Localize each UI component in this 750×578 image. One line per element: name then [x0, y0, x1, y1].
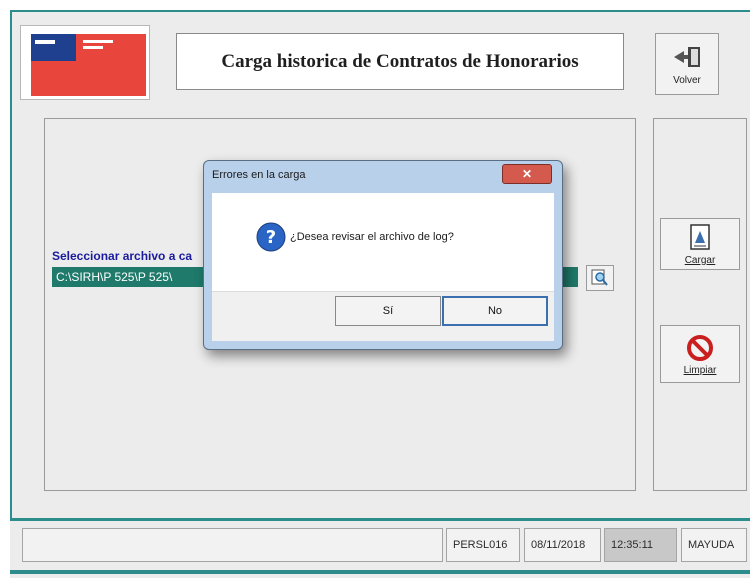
status-caps: MAYUDA — [681, 528, 747, 562]
dialog-message: ¿Desea revisar el archivo de log? — [290, 231, 454, 243]
svg-text:?: ? — [266, 227, 276, 248]
volver-label: Volver — [673, 74, 701, 86]
volver-button[interactable]: Volver — [655, 33, 719, 95]
logo — [20, 25, 150, 100]
bottom-accent-line — [10, 570, 750, 574]
no-entry-icon — [687, 334, 713, 361]
back-icon — [674, 46, 700, 67]
dialog-title: Errores en la carga — [212, 169, 306, 181]
dialog-close-button[interactable]: ✕ — [502, 164, 552, 184]
limpiar-label: Limpiar — [683, 364, 717, 376]
yes-button[interactable]: Sí — [335, 296, 441, 326]
cargar-label: Cargar — [684, 254, 716, 266]
question-icon: ? — [256, 222, 286, 252]
no-button[interactable]: No — [442, 296, 548, 326]
browse-button[interactable] — [586, 265, 614, 291]
status-date: 08/11/2018 — [524, 528, 601, 562]
magnifier-icon — [591, 269, 608, 286]
status-time: 12:35:11 — [604, 528, 677, 562]
page-title: Carga historica de Contratos de Honorari… — [176, 33, 624, 90]
cargar-button[interactable]: Cargar — [660, 218, 740, 270]
status-segment-empty — [22, 528, 443, 562]
load-document-icon — [690, 223, 710, 250]
select-file-label: Seleccionar archivo a ca — [52, 249, 193, 263]
limpiar-button[interactable]: Limpiar — [660, 325, 740, 383]
status-user: PERSL016 — [446, 528, 520, 562]
government-logo — [31, 34, 146, 96]
action-panel — [653, 118, 747, 491]
